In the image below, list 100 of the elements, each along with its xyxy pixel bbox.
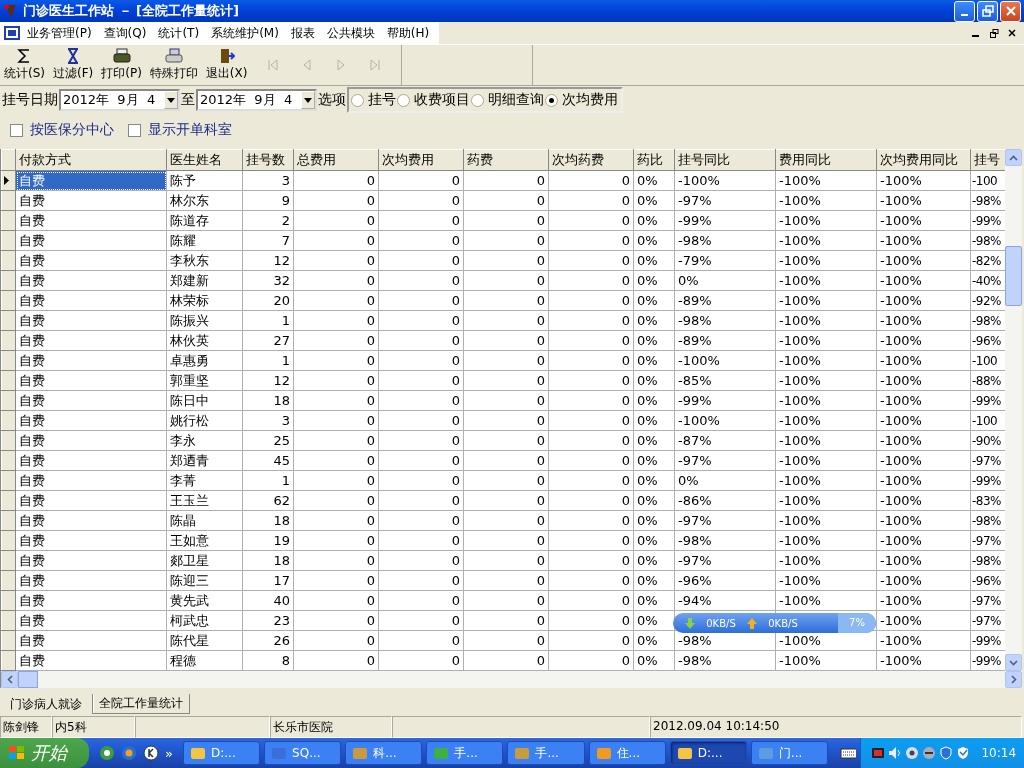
table-cell: -100% — [876, 210, 971, 231]
toolbar-button[interactable]: 退出(X) — [201, 45, 252, 85]
taskbar-button[interactable]: D:... — [669, 741, 747, 765]
checkbox[interactable]: 显示开单科室 — [128, 121, 232, 139]
keyboard-icon[interactable] — [839, 746, 857, 760]
table-cell: 0 — [293, 350, 379, 371]
circle-icon[interactable] — [143, 745, 159, 761]
table-cell: 23 — [242, 610, 294, 631]
date-picker[interactable]: 2012年 9月 4 — [196, 89, 317, 111]
menu-item[interactable]: 系统维护(M) — [205, 24, 285, 42]
table-cell: 0 — [548, 350, 634, 371]
toolbar-button[interactable]: 打印(P) — [97, 45, 146, 85]
radio-option[interactable]: 挂号 — [351, 91, 397, 109]
browser-icon[interactable] — [99, 745, 115, 761]
tab[interactable]: 门诊病人就诊 — [4, 695, 88, 714]
taskbar-button[interactable]: SQ... — [264, 741, 342, 765]
table-cell: 0 — [378, 490, 464, 511]
media-icon[interactable] — [121, 745, 137, 761]
menu-item[interactable]: 帮助(H) — [380, 24, 436, 42]
table-cell: 20 — [242, 290, 294, 311]
menu-item[interactable]: 业务管理(P) — [21, 24, 98, 42]
shield-icon[interactable] — [956, 746, 971, 760]
table-cell: 0% — [633, 190, 675, 211]
dropdown-arrow-icon — [304, 97, 312, 103]
table-cell: 0 — [293, 570, 379, 591]
column-header[interactable]: 挂号 — [970, 149, 1005, 171]
toolbar-button[interactable]: 特殊打印 — [145, 45, 202, 85]
column-header[interactable]: 次均费用同比 — [876, 149, 971, 171]
checkbox[interactable]: 按医保分中心 — [10, 121, 114, 139]
table-cell: -96% — [674, 570, 776, 591]
table-cell: 0 — [548, 210, 634, 231]
vertical-scrollbar[interactable] — [1005, 149, 1022, 671]
table-cell: 自费 — [15, 590, 167, 611]
status-panel: 内5科 — [52, 716, 135, 738]
column-header[interactable]: 挂号同比 — [674, 149, 776, 171]
date-picker[interactable]: 2012年 9月 4 — [59, 89, 180, 111]
table-cell: -100% — [876, 250, 971, 271]
table-cell: 0 — [548, 230, 634, 251]
scrollbar-thumb[interactable] — [18, 671, 38, 688]
usage-percent: 7% — [838, 613, 876, 633]
menu-item[interactable]: 查询(Q) — [97, 24, 153, 42]
table-cell: 陈代星 — [166, 630, 243, 651]
column-header[interactable]: 挂号数 — [242, 149, 294, 171]
taskbar-button[interactable]: 手... — [426, 741, 504, 765]
gear-icon[interactable] — [905, 746, 920, 760]
table-cell: -100% — [775, 190, 877, 211]
toolbar-button[interactable]: 统计(S) — [0, 45, 49, 85]
tray-icon[interactable] — [922, 746, 937, 760]
table-cell: 0 — [463, 250, 549, 271]
table-cell: -100% — [775, 410, 877, 431]
column-header[interactable]: 药比 — [633, 149, 675, 171]
column-header[interactable]: 医生姓名 — [166, 149, 243, 171]
table-cell: 0 — [293, 530, 379, 551]
taskbar-button[interactable]: 科... — [345, 741, 423, 765]
menu-item[interactable]: 统计(T) — [152, 24, 206, 42]
table-cell: -100% — [775, 430, 877, 451]
column-header[interactable]: 次均费用 — [378, 149, 464, 171]
app-icon — [757, 746, 774, 760]
table-cell: -98% — [674, 650, 776, 671]
table-cell: -97% — [674, 510, 776, 531]
column-header[interactable]: 药费 — [463, 149, 549, 171]
table-cell: 0 — [378, 310, 464, 331]
table-cell: 0% — [633, 210, 675, 231]
table-cell: -97% — [674, 450, 776, 471]
horizontal-scrollbar[interactable] — [0, 671, 1022, 688]
table-cell: 0 — [548, 270, 634, 291]
table-cell: 0 — [293, 170, 379, 191]
table-cell: 0 — [548, 530, 634, 551]
column-header[interactable]: 总费用 — [293, 149, 379, 171]
radio-option[interactable]: 次均费用 — [545, 91, 619, 109]
taskbar-button[interactable]: 门... — [750, 741, 828, 765]
table-cell: 0 — [548, 570, 634, 591]
table-cell: 0 — [293, 270, 379, 291]
taskbar-button[interactable]: 住... — [588, 741, 666, 765]
table-cell: 王如意 — [166, 530, 243, 551]
clock: 10:14 — [981, 746, 1017, 760]
table-cell: 1 — [242, 350, 294, 371]
column-header[interactable]: 次均药费 — [548, 149, 634, 171]
taskbar-button[interactable]: D:... — [182, 741, 261, 765]
app-icon — [595, 746, 612, 760]
quick-launch-more[interactable]: » — [165, 745, 173, 761]
shield-icon[interactable] — [939, 746, 954, 760]
table-cell: 0 — [378, 550, 464, 571]
tray-icon[interactable] — [871, 746, 886, 760]
radio-option[interactable]: 收费项目 — [397, 91, 471, 109]
table-cell: 18 — [242, 510, 294, 531]
menu-item[interactable]: 报表 — [284, 24, 321, 42]
tab[interactable]: 全院工作量统计 — [92, 694, 190, 714]
column-header[interactable]: 费用同比 — [775, 149, 877, 171]
table-cell: 0 — [463, 230, 549, 251]
menu-item[interactable]: 公共模块 — [320, 24, 381, 42]
table-cell: 郯卫星 — [166, 550, 243, 571]
close-icon — [1004, 5, 1017, 17]
column-header[interactable]: 付款方式 — [15, 149, 167, 171]
radio-option[interactable]: 明细查询 — [471, 91, 545, 109]
row-header[interactable] — [1, 170, 16, 191]
table-cell: 0 — [378, 570, 464, 591]
toolbar-button[interactable]: 过滤(F) — [49, 45, 98, 85]
taskbar-button[interactable]: 手... — [507, 741, 585, 765]
scrollbar-thumb[interactable] — [1005, 246, 1022, 306]
